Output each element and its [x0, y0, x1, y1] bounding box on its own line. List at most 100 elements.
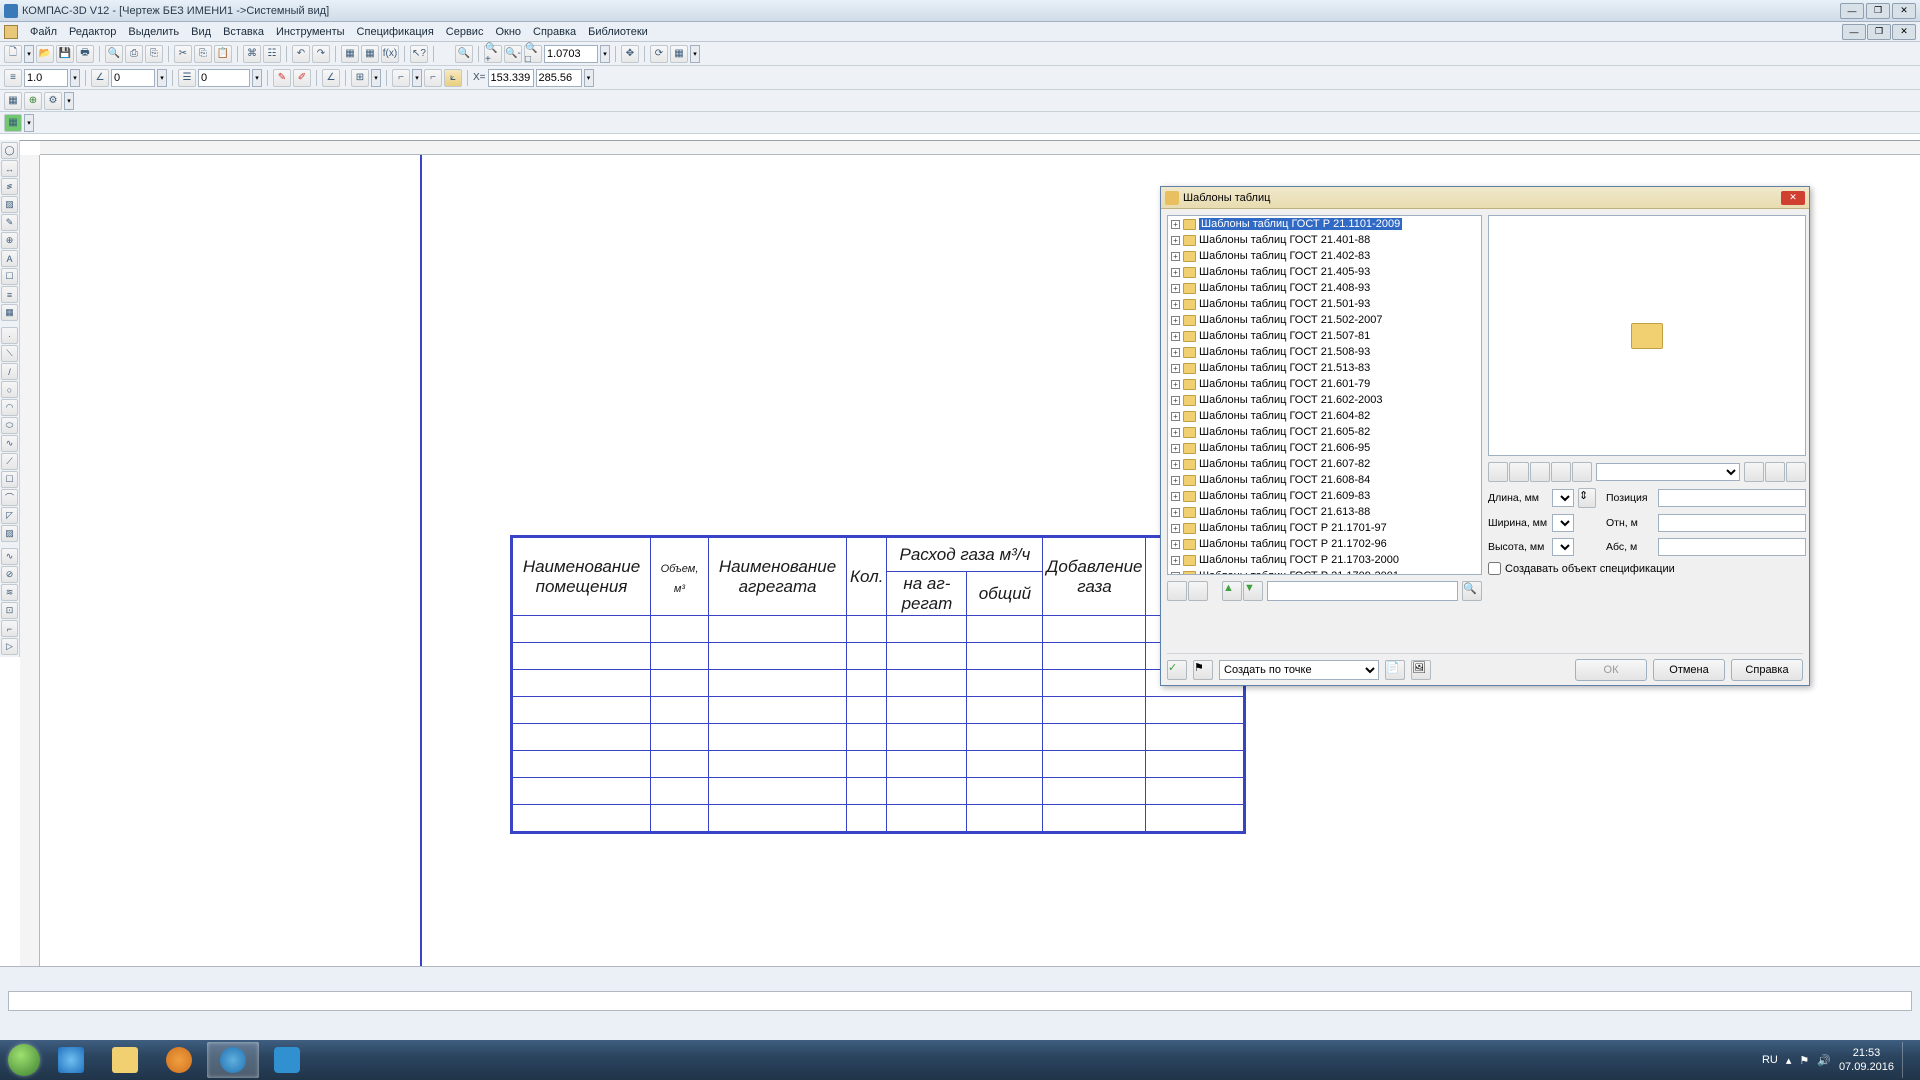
- tool-point[interactable]: ·: [1, 327, 18, 344]
- task-explorer[interactable]: [99, 1042, 151, 1078]
- zoom-window-button[interactable]: 🔍: [455, 45, 473, 63]
- tool-text[interactable]: ꠵: [1, 178, 18, 195]
- copy-button[interactable]: ⎘: [194, 45, 212, 63]
- tool-select[interactable]: ☐: [1, 268, 18, 285]
- save-button[interactable]: 💾: [56, 45, 74, 63]
- layer-icon[interactable]: ☰: [178, 69, 196, 87]
- task-teamviewer[interactable]: [261, 1042, 313, 1078]
- tool-fillet[interactable]: ⌒: [1, 489, 18, 506]
- tool-geometry[interactable]: ◯: [1, 142, 18, 159]
- menu-tools[interactable]: Инструменты: [270, 24, 351, 40]
- layer-input[interactable]: [198, 69, 250, 87]
- menu-window[interactable]: Окно: [489, 24, 527, 40]
- abs-input[interactable]: [1658, 538, 1806, 556]
- lang-indicator[interactable]: RU: [1762, 1054, 1778, 1066]
- tree-up[interactable]: ▲: [1222, 581, 1242, 601]
- tree-item[interactable]: +Шаблоны таблиц ГОСТ 21.408-93: [1168, 280, 1481, 296]
- mdi-close[interactable]: ✕: [1892, 24, 1916, 40]
- tree-item[interactable]: +Шаблоны таблиц ГОСТ 21.405-93: [1168, 264, 1481, 280]
- cancel-button[interactable]: Отмена: [1653, 659, 1725, 681]
- search-button[interactable]: 🔍: [1462, 581, 1482, 601]
- tree-down[interactable]: ▼: [1243, 581, 1263, 601]
- tb-c[interactable]: ⌘: [243, 45, 261, 63]
- vm5[interactable]: [1572, 462, 1592, 482]
- menu-file[interactable]: Файл: [24, 24, 63, 40]
- tree-item[interactable]: +Шаблоны таблиц ГОСТ 21.607-82: [1168, 456, 1481, 472]
- properties-button[interactable]: ☷: [263, 45, 281, 63]
- tree-item[interactable]: +Шаблоны таблиц ГОСТ 21.613-88: [1168, 504, 1481, 520]
- tb3-drop[interactable]: ▾: [64, 92, 74, 110]
- coord-drop[interactable]: ▾: [584, 69, 594, 87]
- tb-b[interactable]: ⎘: [145, 45, 163, 63]
- tool-rect[interactable]: ☐: [1, 471, 18, 488]
- paste-button[interactable]: 📋: [214, 45, 232, 63]
- tool-x1[interactable]: ⌐: [1, 620, 18, 637]
- tree-item[interactable]: +Шаблоны таблиц ГОСТ Р 21.1703-2000: [1168, 552, 1481, 568]
- tool-line[interactable]: /: [1, 363, 18, 380]
- cut-button[interactable]: ✂: [174, 45, 192, 63]
- start-button[interactable]: [4, 1042, 44, 1078]
- variables-button[interactable]: f(x): [381, 45, 399, 63]
- tree-item[interactable]: +Шаблоны таблиц ГОСТ 21.606-95: [1168, 440, 1481, 456]
- tool-arc[interactable]: ◠: [1, 399, 18, 416]
- menu-spec[interactable]: Спецификация: [351, 24, 440, 40]
- pan-button[interactable]: ✥: [621, 45, 639, 63]
- mdi-restore[interactable]: ❐: [1867, 24, 1891, 40]
- menu-edit[interactable]: Редактор: [63, 24, 122, 40]
- tool-edit[interactable]: ✎: [1, 214, 18, 231]
- tree-item[interactable]: +Шаблоны таблиц ГОСТ 21.605-82: [1168, 424, 1481, 440]
- tray-flag-icon[interactable]: ⚑: [1799, 1054, 1809, 1067]
- snap-b[interactable]: ⌐: [424, 69, 442, 87]
- img-button[interactable]: 🖼: [1411, 660, 1431, 680]
- tray-volume-icon[interactable]: 🔊: [1817, 1054, 1831, 1067]
- options-button[interactable]: ⚑: [1193, 660, 1213, 680]
- vm3[interactable]: [1530, 462, 1550, 482]
- tb-a[interactable]: ⎙: [125, 45, 143, 63]
- tool-spec[interactable]: ≡: [1, 286, 18, 303]
- snap-a[interactable]: ∠: [322, 69, 340, 87]
- tool-param[interactable]: ⊕: [1, 232, 18, 249]
- tree-item[interactable]: +Шаблоны таблиц ГОСТ 21.608-84: [1168, 472, 1481, 488]
- rel-input[interactable]: [1658, 514, 1806, 532]
- print-button[interactable]: 🖶: [76, 45, 94, 63]
- pdf-button[interactable]: 📄: [1385, 660, 1405, 680]
- menu-libraries[interactable]: Библиотеки: [582, 24, 654, 40]
- grid-drop[interactable]: ▾: [371, 69, 381, 87]
- view-combo[interactable]: [1596, 463, 1740, 481]
- vm1[interactable]: [1488, 462, 1508, 482]
- create-spec-checkbox[interactable]: [1488, 562, 1501, 575]
- menu-select[interactable]: Выделить: [122, 24, 185, 40]
- tree-item[interactable]: +Шаблоны таблиц ГОСТ 21.508-93: [1168, 344, 1481, 360]
- tree-btn-1[interactable]: [1167, 581, 1187, 601]
- tree-item[interactable]: +Шаблоны таблиц ГОСТ 21.602-2003: [1168, 392, 1481, 408]
- tree-item[interactable]: +Шаблоны таблиц ГОСТ 21.401-88: [1168, 232, 1481, 248]
- menu-help[interactable]: Справка: [527, 24, 582, 40]
- tree-item[interactable]: +Шаблоны таблиц ГОСТ 21.501-93: [1168, 296, 1481, 312]
- tb-e[interactable]: ▦: [361, 45, 379, 63]
- tool-chamfer[interactable]: ◸: [1, 507, 18, 524]
- redo-button[interactable]: ↷: [312, 45, 330, 63]
- new-dropdown[interactable]: ▾: [24, 45, 34, 63]
- link-toggle[interactable]: ⇕: [1578, 488, 1596, 508]
- width-input[interactable]: [1552, 514, 1574, 532]
- tool-equid[interactable]: ≋: [1, 584, 18, 601]
- tree-item[interactable]: +Шаблоны таблиц ГОСТ 21.513-83: [1168, 360, 1481, 376]
- apply-button[interactable]: ✓: [1167, 660, 1187, 680]
- tree-item[interactable]: +Шаблоны таблиц ГОСТ 21.502-2007: [1168, 312, 1481, 328]
- ortho-drop[interactable]: ▾: [412, 69, 422, 87]
- ok-button[interactable]: ОК: [1575, 659, 1647, 681]
- maximize-button[interactable]: ❐: [1866, 3, 1890, 19]
- dialog-titlebar[interactable]: Шаблоны таблиц ✕: [1161, 187, 1809, 209]
- insert-mode-select[interactable]: Создать по точке: [1219, 660, 1379, 680]
- tool-hatch[interactable]: ▨: [1, 196, 18, 213]
- tree-item[interactable]: +Шаблоны таблиц ГОСТ Р 21.1702-96: [1168, 536, 1481, 552]
- minimize-button[interactable]: —: [1840, 3, 1864, 19]
- tb4-a[interactable]: ▦: [4, 114, 22, 132]
- tree-item[interactable]: +Шаблоны таблиц ГОСТ Р 21.1101-2009: [1168, 216, 1481, 232]
- show-desktop[interactable]: [1902, 1042, 1910, 1078]
- tool-x2[interactable]: ▷: [1, 638, 18, 655]
- tb3-b[interactable]: ⊕: [24, 92, 42, 110]
- vm2[interactable]: [1509, 462, 1529, 482]
- tool-circle[interactable]: ○: [1, 381, 18, 398]
- command-line[interactable]: [8, 991, 1912, 1011]
